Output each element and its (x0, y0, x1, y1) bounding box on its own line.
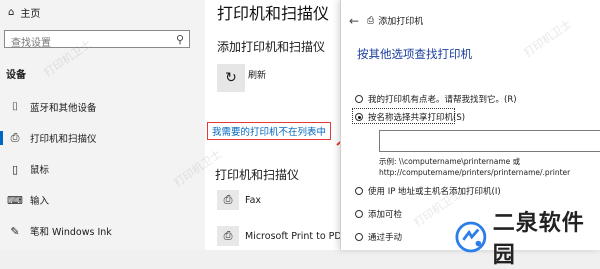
home-label: 主页 (20, 9, 41, 20)
shared-printer-name-field[interactable] (379, 130, 600, 152)
mouse-icon: ▯ (11, 162, 19, 176)
home-link[interactable]: ⌂ 主页 (8, 5, 40, 20)
dialog-title-text: 添加打印机 (378, 17, 424, 27)
fax-icon: ⎙ (217, 190, 239, 210)
option-discoverable[interactable]: 添加可检 (355, 208, 402, 220)
sidebar-item-label: 输入 (30, 196, 50, 207)
dialog-heading: 按其他选项查找打印机 (357, 47, 472, 61)
example-text: 示例: \\computername\printername 或 http://… (379, 156, 570, 178)
sidebar-item-printers[interactable]: ⎙ 打印机和扫描仪 (0, 127, 200, 149)
sidebar-item-bluetooth[interactable]: ⌷ 蓝牙和其他设备 (0, 96, 200, 118)
radio-button[interactable] (355, 210, 363, 218)
back-arrow-icon[interactable]: ← (349, 14, 359, 28)
printer-not-listed-link[interactable]: 我需要的打印机不在列表中 (207, 122, 331, 140)
radio-button[interactable] (355, 233, 363, 241)
refresh-button[interactable]: ↻ (217, 64, 245, 92)
search-icon[interactable]: ⚲ (176, 33, 184, 46)
printer-name: Fax (245, 194, 262, 206)
settings-sidebar: ⌂ 主页 ⚲ 设备 ⌷ 蓝牙和其他设备 ⎙ 打印机和扫描仪 ▯ 鼠标 ⌨ 输入 … (0, 0, 205, 250)
pen-icon: ✎ (10, 224, 20, 238)
radio-button[interactable] (355, 187, 363, 195)
logo-text: 二泉软件园 (492, 211, 585, 268)
option-label: 通过手动 (368, 233, 403, 243)
sidebar-item-label: 蓝牙和其他设备 (30, 103, 97, 114)
example-line-2: http://computername/printers/printername… (379, 168, 571, 177)
printer-name: Microsoft Print to PDF (245, 230, 340, 242)
sidebar-item-label: 鼠标 (30, 165, 50, 176)
radio-button-selected[interactable] (355, 113, 363, 121)
option-label: 添加可检 (368, 210, 403, 220)
option-label: 使用 IP 地址或主机名添加打印机(I) (368, 187, 501, 197)
refresh-label[interactable]: 刷新 (248, 68, 266, 81)
printers-section-title: 打印机和扫描仪 (215, 168, 300, 182)
home-icon: ⌂ (8, 7, 15, 18)
site-logo: 二泉软件园 (455, 205, 600, 269)
printer-item-pdf[interactable]: ⎙ Microsoft Print to PDF (217, 226, 340, 246)
dialog-title: ⎙ 添加打印机 (367, 14, 424, 28)
refresh-icon: ↻ (225, 70, 237, 86)
sidebar-item-pen[interactable]: ✎ 笔和 Windows Ink (0, 220, 200, 242)
keyboard-icon: ⌨ (7, 193, 23, 207)
printer-icon: ⎙ (367, 15, 375, 26)
bluetooth-icon: ⌷ (11, 100, 19, 113)
sidebar-item-label: 打印机和扫描仪 (30, 134, 97, 145)
logo-mark-icon (455, 221, 487, 253)
option-shared-by-name[interactable]: 按名称选择共享打印机(S) (355, 111, 465, 123)
settings-search-box[interactable]: ⚲ (4, 30, 190, 51)
printers-page: 打印机和扫描仪 添加打印机和扫描仪 ↻ 刷新 我需要的打印机不在列表中 打印机和… (205, 0, 340, 250)
option-manual[interactable]: 通过手动 (355, 231, 402, 243)
sidebar-item-label: 笔和 Windows Ink (30, 227, 112, 238)
add-printer-heading: 添加打印机和扫描仪 (217, 40, 326, 54)
example-line-1: 示例: \\computername\printername 或 (379, 157, 521, 166)
option-label: 按名称选择共享打印机(S) (368, 113, 466, 123)
sidebar-item-typing[interactable]: ⌨ 输入 (0, 189, 200, 211)
radio-button[interactable] (355, 95, 363, 103)
printer-item-fax[interactable]: ⎙ Fax (217, 190, 261, 210)
printer-icon: ⎙ (10, 131, 20, 144)
devices-section-label: 设备 (6, 70, 26, 81)
option-label: 我的打印机有点老。请帮我找到它。(R) (368, 95, 517, 105)
page-title: 打印机和扫描仪 (217, 4, 330, 23)
printer-icon: ⎙ (217, 226, 239, 246)
option-ip-address[interactable]: 使用 IP 地址或主机名添加打印机(I) (355, 185, 501, 197)
option-old-printer[interactable]: 我的打印机有点老。请帮我找到它。(R) (355, 93, 517, 105)
